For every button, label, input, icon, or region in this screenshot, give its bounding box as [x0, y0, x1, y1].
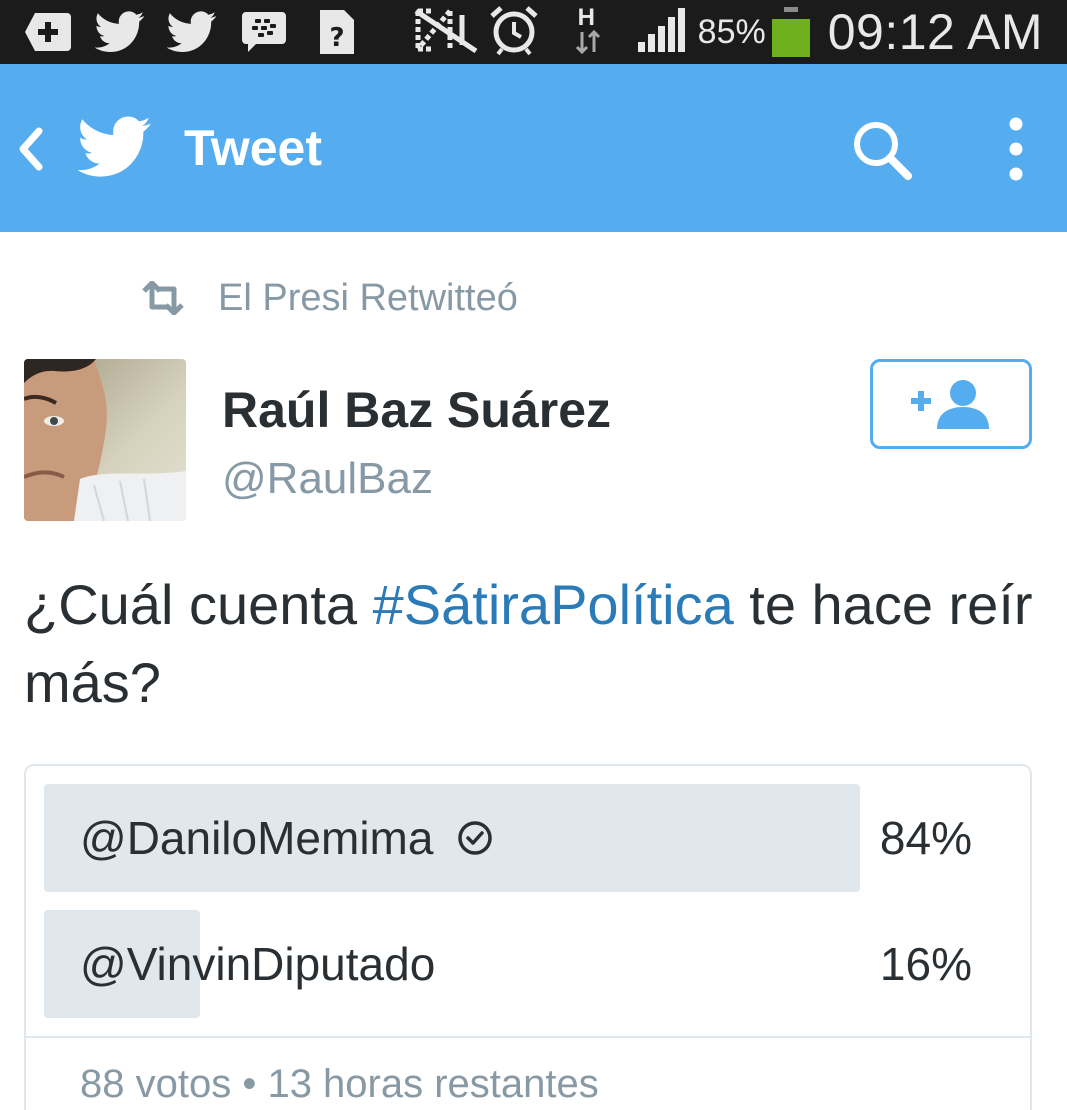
svg-text:?: ?: [329, 23, 344, 53]
poll-option: @DaniloMemima 84%: [44, 784, 1016, 892]
notification-icons: ?: [22, 6, 362, 58]
more-vertical-icon: [1009, 117, 1023, 181]
retweet-icon: [142, 281, 184, 315]
author-handle[interactable]: @RaulBaz: [222, 452, 433, 506]
page-title: Tweet: [184, 120, 322, 176]
app-bar: Tweet: [0, 64, 1067, 232]
twitter-bird-icon: [94, 8, 146, 56]
poll-footer: 88 votos • 13 horas restantes: [80, 1062, 599, 1106]
overflow-menu-button[interactable]: [990, 110, 1042, 188]
bbm-chat-icon: [238, 8, 290, 56]
divider: [26, 1036, 1030, 1038]
signal-bars-icon: [636, 6, 686, 59]
battery-icon: [771, 7, 810, 57]
alarm-icon: [488, 4, 540, 61]
poll-option-label: @VinvinDiputado: [80, 910, 435, 1018]
twitter-logo-icon: [77, 116, 152, 180]
system-icons: H 85% 09:12 AM: [410, 0, 1043, 64]
follow-button[interactable]: [870, 359, 1032, 449]
add-user-icon: [911, 380, 989, 429]
hspa-data-icon: H: [570, 4, 606, 60]
poll-option-text: @VinvinDiputado: [80, 938, 436, 990]
tweet-text: ¿Cuál cuenta #SátiraPolítica te hace reí…: [24, 566, 1044, 722]
poll-option-text: @DaniloMemima: [80, 812, 434, 864]
twitter-bird-icon: [166, 8, 218, 56]
poll-card: @DaniloMemima 84% @VinvinDiputado 16% 88…: [24, 764, 1032, 1110]
add-box-icon: [22, 8, 74, 56]
search-icon: [854, 122, 912, 180]
unknown-sim-icon: ?: [310, 8, 362, 56]
author-name[interactable]: Raúl Baz Suárez: [222, 380, 611, 440]
poll-option: @VinvinDiputado 16%: [44, 910, 1016, 1018]
check-circle-icon: [458, 821, 493, 855]
nfc-off-icon: [410, 5, 482, 60]
search-button[interactable]: [846, 114, 918, 186]
battery-percent: 85%: [697, 12, 766, 51]
poll-option-percent: 84%: [879, 812, 972, 864]
hashtag-link[interactable]: #SátiraPolítica: [373, 573, 734, 636]
retweet-context: El Presi Retwitteó: [140, 276, 518, 320]
avatar[interactable]: [24, 359, 186, 521]
poll-option-percent: 16%: [879, 938, 972, 990]
clock: 09:12 AM: [827, 4, 1043, 60]
back-button[interactable]: [8, 114, 52, 184]
poll-option-label: @DaniloMemima: [80, 784, 493, 892]
tweet-text-part: ¿Cuál cuenta: [24, 573, 373, 636]
retweet-text: El Presi Retwitteó: [218, 276, 518, 319]
status-bar: ? H 85% 09:12 AM: [0, 0, 1067, 64]
chevron-left-icon: [19, 127, 43, 171]
